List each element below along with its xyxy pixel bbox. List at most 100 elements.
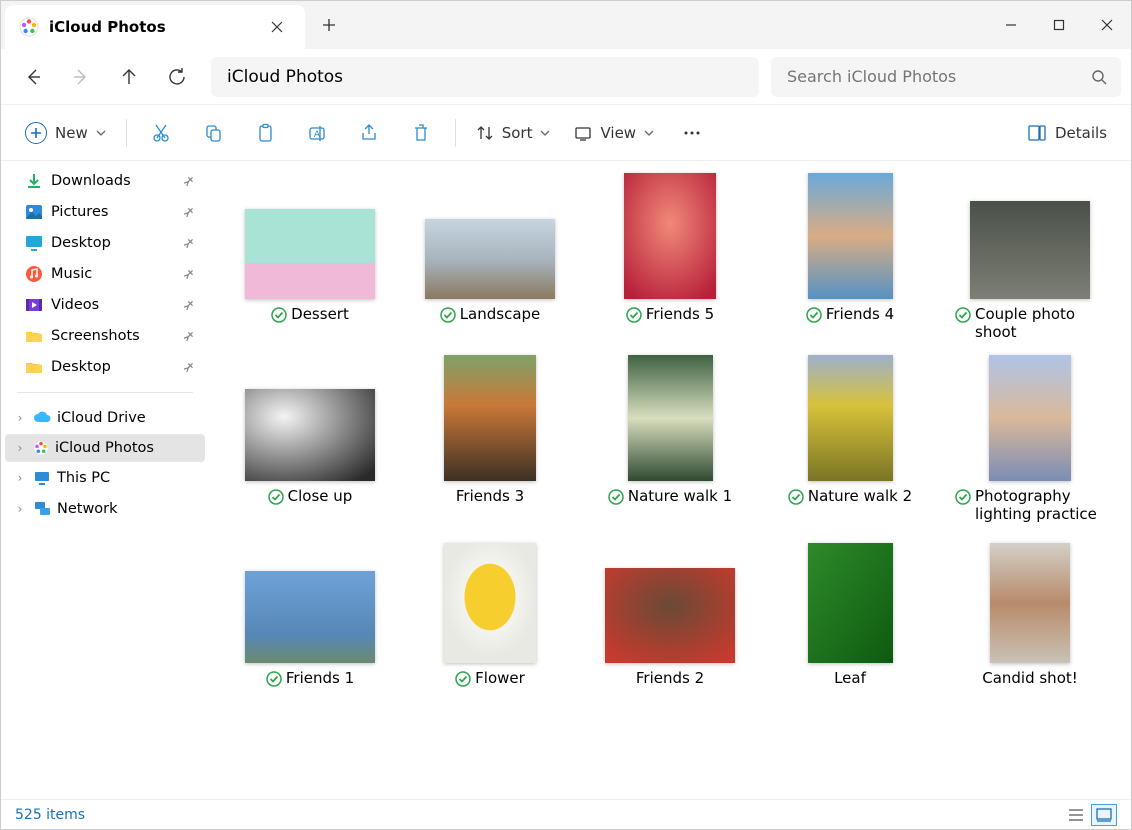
file-name: Nature walk 1 <box>628 487 732 505</box>
thumbnail <box>245 571 375 663</box>
tab-icloud-photos[interactable]: iCloud Photos <box>5 5 305 49</box>
sidebar-quick-desktop[interactable]: Desktop <box>5 352 205 382</box>
sidebar-item-label: This PC <box>57 470 110 486</box>
refresh-button[interactable] <box>155 57 199 97</box>
file-item[interactable]: Couple photo shoot <box>949 173 1111 341</box>
file-name: Candid shot! <box>982 669 1078 687</box>
back-button[interactable] <box>11 57 55 97</box>
sidebar-tree-network[interactable]: ›Network <box>5 494 205 524</box>
file-item[interactable]: Friends 1 <box>229 537 391 687</box>
file-name: Dessert <box>291 305 349 323</box>
content-area[interactable]: Dessert Landscape Friends 5Friends 4 Couple… <box>209 161 1131 799</box>
thumbnails-view-button[interactable] <box>1091 804 1117 826</box>
view-icon <box>574 124 592 142</box>
thumbnail <box>990 543 1070 663</box>
details-label: Details <box>1055 124 1107 142</box>
close-window-button[interactable] <box>1083 1 1131 49</box>
navbar: iCloud Photos <box>1 49 1131 105</box>
sidebar-quick-music[interactable]: Music <box>5 259 205 289</box>
sidebar-quick-screenshots[interactable]: Screenshots <box>5 321 205 351</box>
file-item[interactable]: Nature walk 1 <box>589 355 751 523</box>
maximize-button[interactable] <box>1035 1 1083 49</box>
thumbnail <box>425 219 555 299</box>
sidebar-quick-desktop[interactable]: Desktop <box>5 228 205 258</box>
file-item[interactable]: Flower <box>409 537 571 687</box>
sidebar-tree-icloud-drive[interactable]: › iCloud Drive <box>5 403 205 433</box>
file-item[interactable]: Leaf <box>769 537 931 687</box>
minimize-button[interactable] <box>987 1 1035 49</box>
thumbnail <box>245 209 375 299</box>
cut-button[interactable] <box>137 113 185 153</box>
sort-button[interactable]: Sort <box>466 113 561 153</box>
paste-button[interactable] <box>241 113 289 153</box>
delete-button[interactable] <box>397 113 445 153</box>
file-item[interactable]: Close up <box>229 355 391 523</box>
search-input[interactable] <box>787 67 1105 86</box>
synced-icon <box>806 307 822 323</box>
music-icon <box>25 265 43 283</box>
file-item[interactable]: Dessert <box>229 173 391 341</box>
sort-label: Sort <box>502 124 533 142</box>
icloud-drive-icon <box>33 409 51 427</box>
sidebar-item-label: Music <box>51 266 92 282</box>
thumbnail <box>624 173 716 299</box>
file-item[interactable]: Friends 4 <box>769 173 931 341</box>
more-button[interactable] <box>668 113 716 153</box>
file-item[interactable]: Landscape <box>409 173 571 341</box>
chevron-down-icon <box>96 128 106 138</box>
sidebar-item-label: iCloud Photos <box>55 440 154 456</box>
forward-button[interactable] <box>59 57 103 97</box>
this-pc-icon <box>33 469 51 487</box>
chevron-right-icon: › <box>13 441 27 455</box>
share-button[interactable] <box>345 113 393 153</box>
up-button[interactable] <box>107 57 151 97</box>
view-button[interactable]: View <box>564 113 664 153</box>
file-item[interactable]: Friends 2 <box>589 537 751 687</box>
download-icon <box>25 172 43 190</box>
view-label: View <box>600 124 636 142</box>
sidebar-item-label: iCloud Drive <box>57 410 146 426</box>
search-box[interactable] <box>771 57 1121 97</box>
new-button[interactable]: New <box>15 113 116 153</box>
close-tab-button[interactable] <box>265 15 289 39</box>
sidebar-item-label: Downloads <box>51 173 131 189</box>
thumbnail <box>605 568 735 663</box>
synced-icon <box>955 489 971 505</box>
chevron-right-icon: › <box>13 411 27 425</box>
copy-button[interactable] <box>189 113 237 153</box>
file-item[interactable]: Friends 5 <box>589 173 751 341</box>
thumbnail <box>628 355 713 481</box>
sidebar-quick-videos[interactable]: Videos <box>5 290 205 320</box>
details-button[interactable]: Details <box>1017 113 1117 153</box>
rename-button[interactable]: A <box>293 113 341 153</box>
file-item[interactable]: Photography lighting practice <box>949 355 1111 523</box>
file-item[interactable]: Nature walk 2 <box>769 355 931 523</box>
file-name: Friends 3 <box>456 487 524 505</box>
details-view-button[interactable] <box>1063 804 1089 826</box>
address-bar[interactable]: iCloud Photos <box>211 57 759 97</box>
sidebar-tree-this-pc[interactable]: ›This PC <box>5 463 205 493</box>
new-label: New <box>55 124 88 142</box>
synced-icon <box>266 671 282 687</box>
synced-icon <box>440 307 456 323</box>
file-name: Photography lighting practice <box>975 487 1105 523</box>
file-name: Landscape <box>460 305 541 323</box>
file-item[interactable]: Friends 3 <box>409 355 571 523</box>
synced-icon <box>626 307 642 323</box>
folder-icon <box>25 358 43 376</box>
chevron-down-icon <box>540 128 550 138</box>
chevron-right-icon: › <box>13 502 27 516</box>
sidebar-quick-downloads[interactable]: Downloads <box>5 166 205 196</box>
details-icon <box>1027 123 1047 143</box>
file-name: Couple photo shoot <box>975 305 1105 341</box>
sidebar-quick-pictures[interactable]: Pictures <box>5 197 205 227</box>
new-tab-button[interactable] <box>305 1 353 49</box>
sidebar-tree-icloud-photos[interactable]: › iCloud Photos <box>5 434 205 462</box>
thumbnail <box>245 389 375 481</box>
file-name: Nature walk 2 <box>808 487 912 505</box>
synced-icon <box>955 307 971 323</box>
synced-icon <box>455 671 471 687</box>
file-item[interactable]: Candid shot! <box>949 537 1111 687</box>
thumbnail <box>970 201 1090 299</box>
thumbnail <box>989 355 1071 481</box>
